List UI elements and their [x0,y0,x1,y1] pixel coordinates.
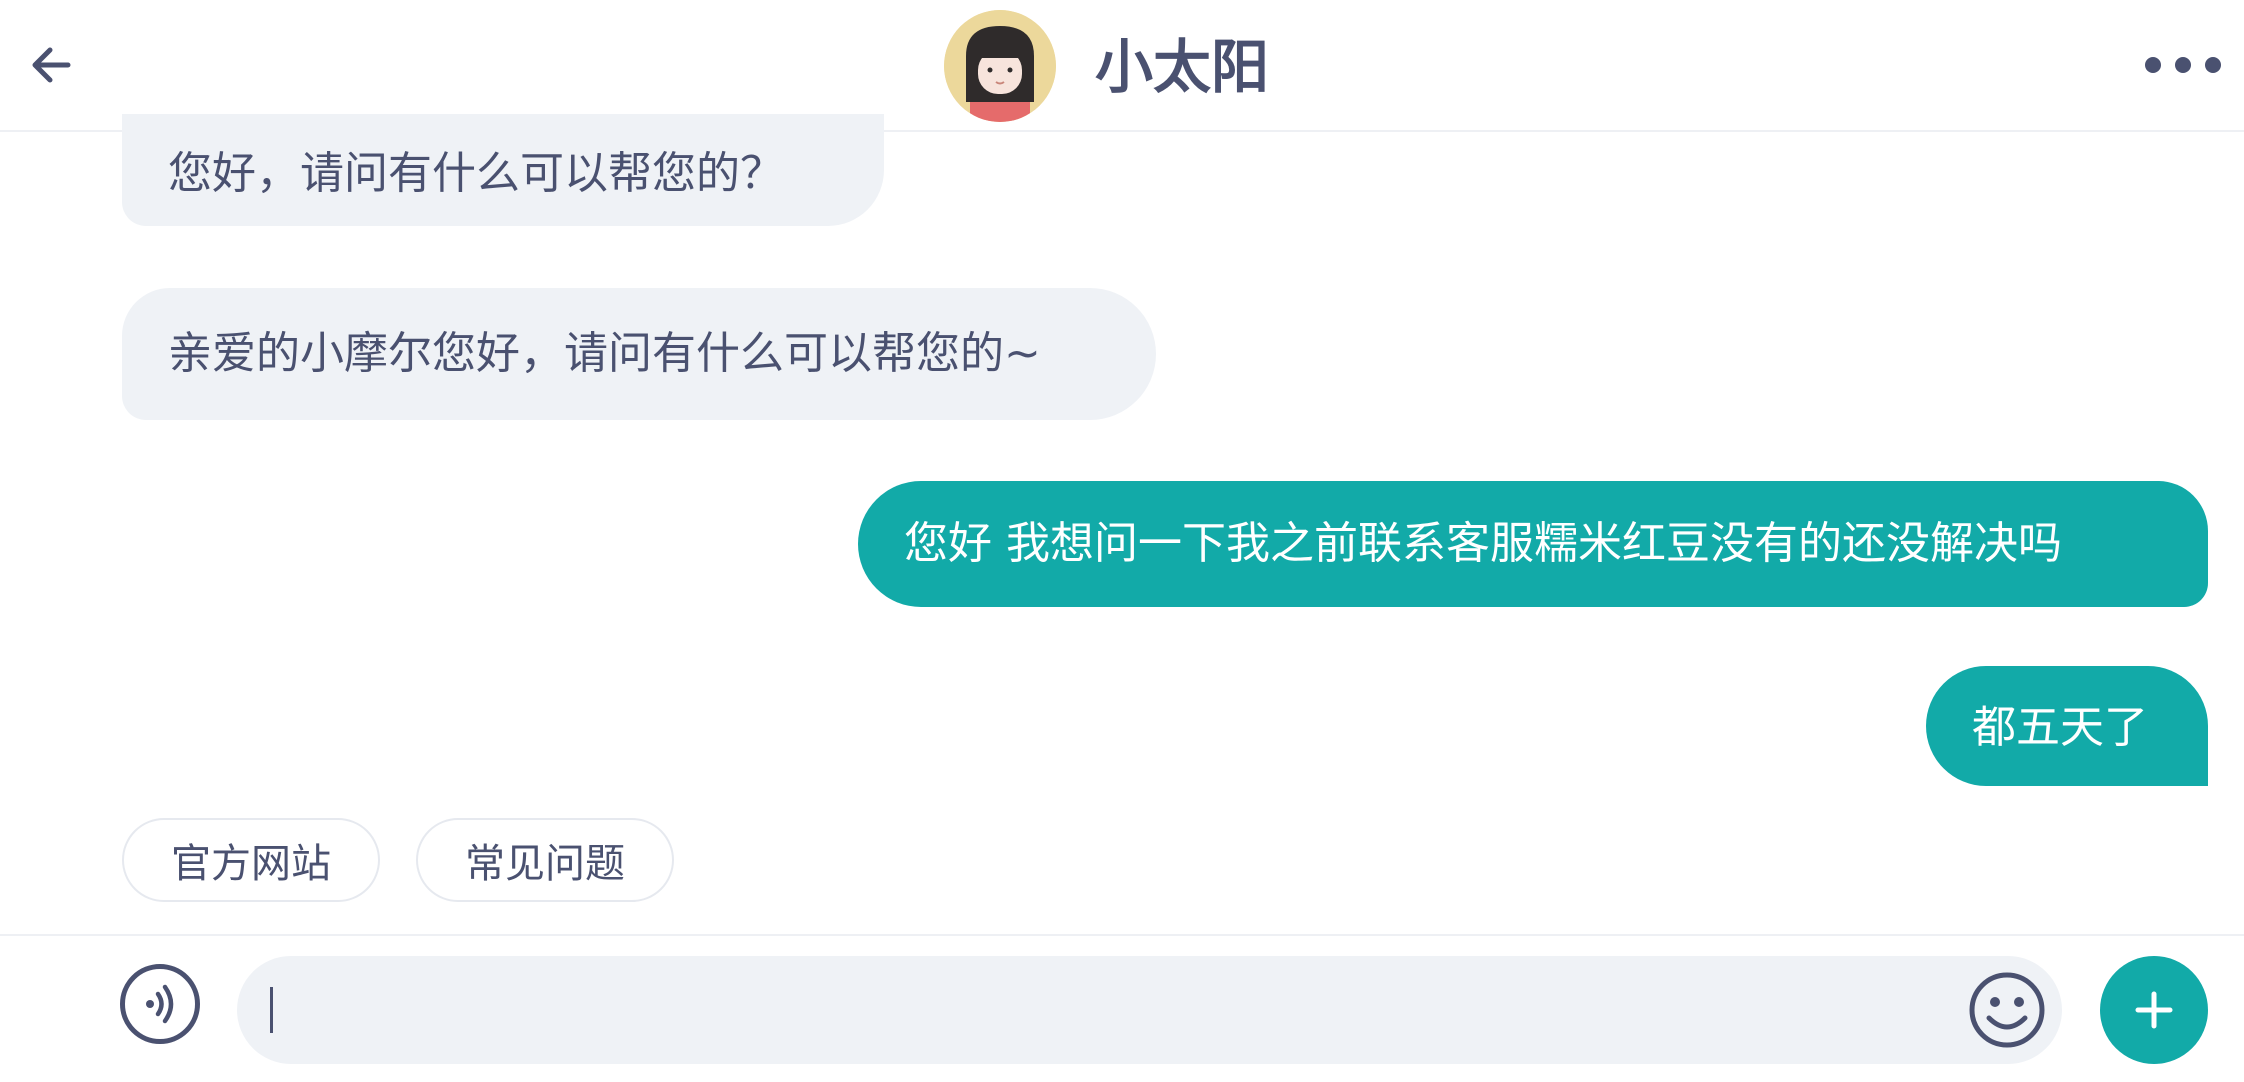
chat-header: 小太阳 [0,0,2244,132]
quick-reply-faq[interactable]: 常见问题 [416,818,674,902]
arrow-left-icon [32,47,71,83]
add-button[interactable] [2100,956,2208,1064]
message-bubble-incoming: 亲爱的小摩尔您好，请问有什么可以帮您的~ [122,288,1156,420]
plus-icon [2135,991,2173,1029]
girl-avatar-icon [944,10,1056,122]
quick-reply-official-site[interactable]: 官方网站 [122,818,380,902]
text-caret [270,987,273,1033]
emoji-button[interactable] [1967,970,2047,1050]
page-title: 小太阳 [1095,33,1270,101]
more-dot-icon [2175,57,2191,73]
message-bubble-outgoing: 您好 我想问一下我之前联系客服糯米红豆没有的还没解决吗 [858,481,2208,607]
more-options-button[interactable] [2145,45,2221,85]
emoji-icon [1969,972,2045,1048]
avatar[interactable] [944,10,1056,122]
message-bubble-incoming: 您好，请问有什么可以帮您的？ [122,114,884,226]
more-dot-icon [2145,57,2161,73]
message-input[interactable] [237,956,2062,1064]
composer-bar [0,934,2244,1082]
voice-button[interactable] [120,964,200,1044]
back-button[interactable] [26,35,76,95]
voice-icon [146,984,174,1024]
more-dot-icon [2205,57,2221,73]
message-bubble-outgoing: 都五天了 [1926,666,2208,786]
